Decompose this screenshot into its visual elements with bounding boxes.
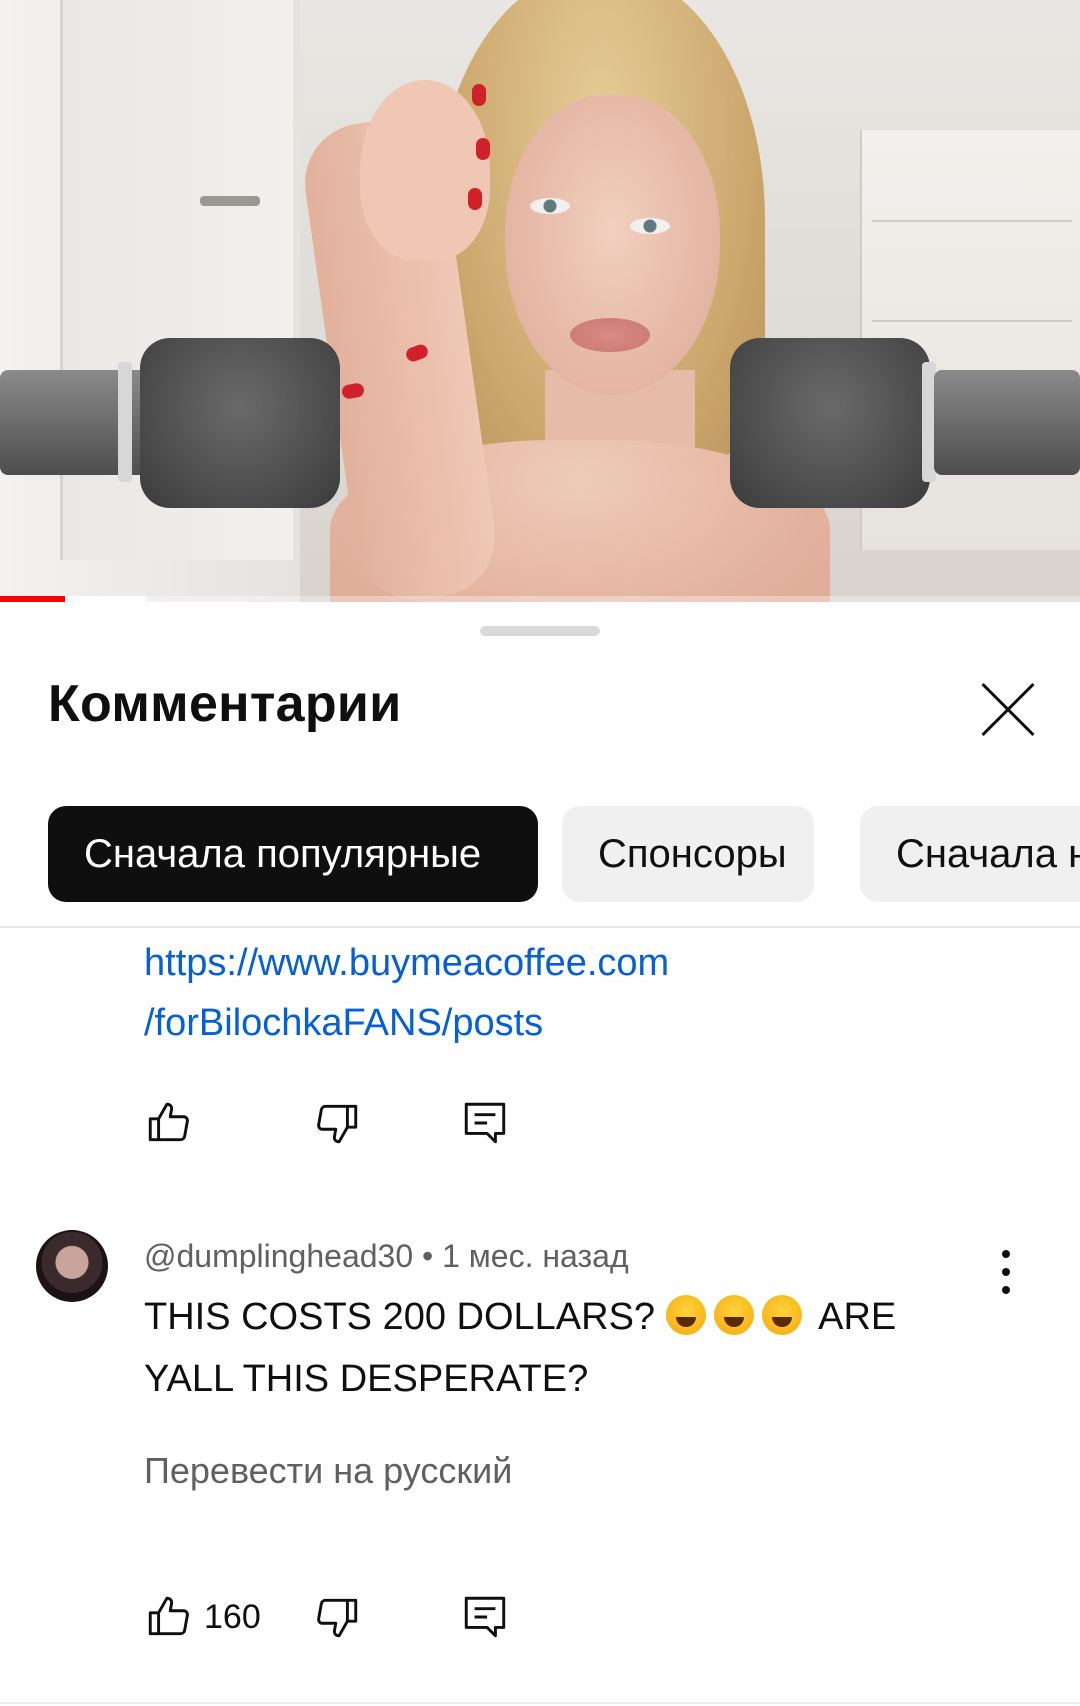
video-person-eye bbox=[630, 218, 670, 234]
video-door-handle bbox=[200, 196, 260, 206]
thumbs-down-icon[interactable] bbox=[312, 1098, 362, 1148]
video-person-hand bbox=[360, 80, 490, 260]
video-left-mic-body bbox=[60, 370, 150, 475]
video-right-mic-stand bbox=[1010, 370, 1080, 475]
chip-top-comments[interactable]: Сначала популярные bbox=[48, 806, 538, 902]
video-person-eye bbox=[530, 198, 570, 214]
thumbs-up-icon[interactable] bbox=[144, 1098, 194, 1148]
comment-text-part1: THIS COSTS 200 DOLLARS? bbox=[144, 1296, 656, 1338]
comment-link-continued[interactable]: /forBilochkaFANS/posts bbox=[144, 1002, 543, 1045]
chips-divider bbox=[0, 926, 1080, 928]
close-icon[interactable] bbox=[978, 680, 1038, 740]
video-nail bbox=[476, 138, 490, 160]
sheet-drag-handle[interactable] bbox=[480, 626, 600, 636]
video-player[interactable] bbox=[0, 0, 1080, 602]
video-right-microphone bbox=[730, 338, 930, 508]
comment-meta: @dumplinghead30 • 1 мес. назад bbox=[144, 1238, 629, 1275]
comment-text: THIS COSTS 200 DOLLARS? ARE YALL THIS DE… bbox=[144, 1286, 984, 1410]
avatar[interactable] bbox=[36, 1230, 108, 1302]
like-count: 160 bbox=[204, 1598, 261, 1636]
rolling-on-floor-laughing-emoji bbox=[761, 1295, 802, 1335]
comment-author[interactable]: @dumplinghead30 bbox=[144, 1238, 413, 1274]
translate-button[interactable]: Перевести на русский bbox=[144, 1450, 512, 1492]
video-left-microphone bbox=[140, 338, 340, 508]
comment-link[interactable]: https://www.buymeacoffee.com bbox=[144, 942, 669, 985]
video-person-lips bbox=[570, 318, 650, 352]
reply-comment-icon[interactable] bbox=[460, 1098, 510, 1148]
thumbs-up-icon[interactable] bbox=[144, 1592, 194, 1642]
comments-sheet: Комментарии Сначала популярные Спонсоры … bbox=[0, 602, 1080, 1706]
comments-title: Комментарии bbox=[48, 675, 402, 733]
sort-chips: Сначала популярные Спонсоры Сначала новы… bbox=[48, 806, 1080, 902]
more-vertical-icon[interactable] bbox=[996, 1242, 1016, 1302]
rolling-on-floor-laughing-emoji bbox=[665, 1295, 706, 1335]
list-bottom-divider bbox=[0, 1702, 1080, 1704]
video-nail bbox=[472, 84, 486, 106]
video-left-mic-ring bbox=[118, 362, 132, 482]
chip-sponsors[interactable]: Спонсоры bbox=[562, 806, 814, 902]
rolling-on-floor-laughing-emoji bbox=[713, 1295, 754, 1335]
thumbs-down-icon[interactable] bbox=[312, 1592, 362, 1642]
comment-time: 1 мес. назад bbox=[442, 1238, 629, 1274]
reply-comment-icon[interactable] bbox=[460, 1592, 510, 1642]
video-nail bbox=[468, 188, 482, 210]
chip-newest-first[interactable]: Сначала новые bbox=[860, 806, 1080, 902]
meta-separator: • bbox=[413, 1238, 443, 1274]
